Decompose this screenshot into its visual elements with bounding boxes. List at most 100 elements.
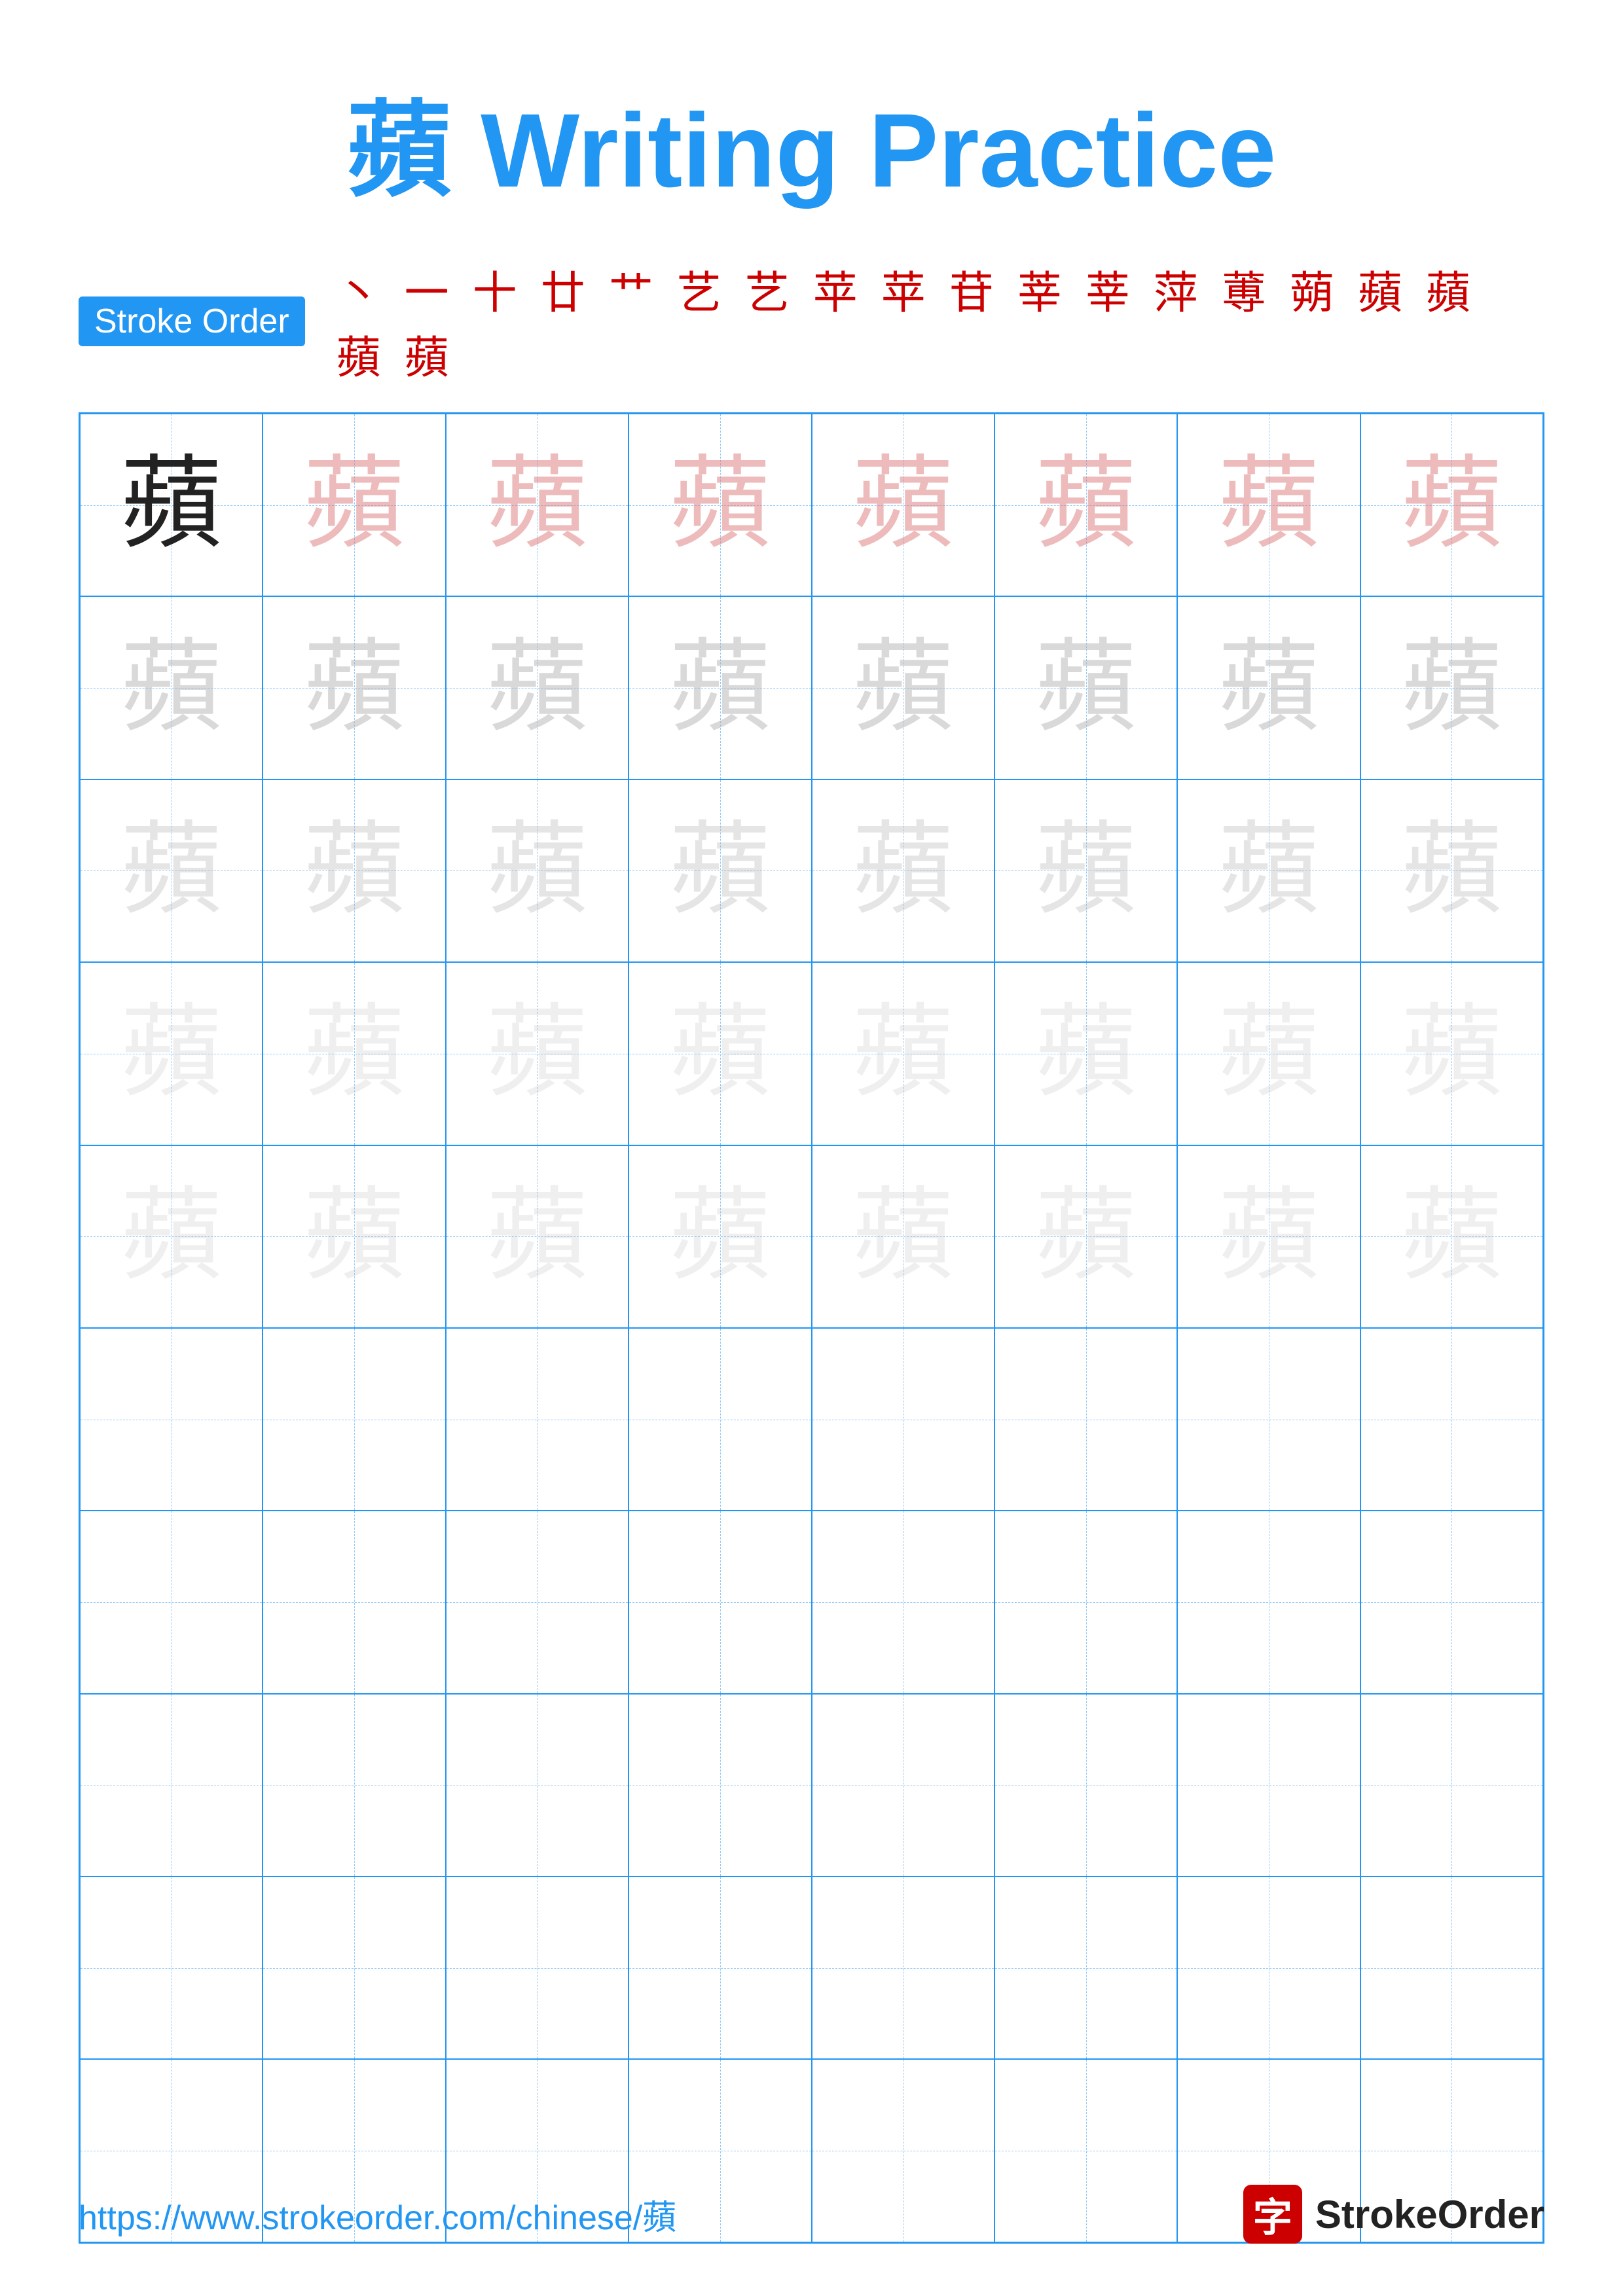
grid-cell[interactable]: 蘋 [994, 1145, 1177, 1328]
grid-cell[interactable]: 蘋 [629, 962, 811, 1145]
grid-cell[interactable] [1177, 1328, 1360, 1511]
grid-cell[interactable] [263, 1511, 445, 1693]
grid-cell[interactable] [263, 1328, 445, 1511]
grid-cell[interactable]: 蘋 [80, 414, 263, 596]
practice-char: 蘋 [1035, 1186, 1137, 1287]
grid-cell[interactable]: 蘋 [80, 780, 263, 962]
stroke-step-7: 苹 [813, 257, 858, 321]
grid-cell[interactable]: 蘋 [263, 596, 445, 779]
grid-cell[interactable] [80, 1328, 263, 1511]
grid-cell[interactable]: 蘋 [263, 414, 445, 596]
grid-cell[interactable] [629, 1511, 811, 1693]
grid-cell[interactable]: 蘋 [629, 1145, 811, 1328]
grid-cell[interactable]: 蘋 [263, 962, 445, 1145]
grid-cell[interactable] [994, 1511, 1177, 1693]
grid-cell[interactable]: 蘋 [812, 780, 994, 962]
grid-cell[interactable] [812, 1876, 994, 2059]
stroke-step-14: 蒴 [1290, 257, 1334, 321]
stroke-step-0: 丶 [337, 257, 381, 321]
stroke-sequence: 丶一十廿艹艺艺苹苹苷莘莘萍蒪蒴蘋蘋蘋蘋 [325, 257, 1544, 386]
grid-cell[interactable]: 蘋 [1360, 962, 1543, 1145]
grid-cell[interactable]: 蘋 [1360, 414, 1543, 596]
stroke-step-15: 蘋 [1358, 257, 1402, 321]
grid-cell[interactable]: 蘋 [446, 780, 629, 962]
stroke-step-10: 莘 [1017, 257, 1062, 321]
grid-cell[interactable]: 蘋 [629, 780, 811, 962]
grid-cell[interactable]: 蘋 [80, 596, 263, 779]
stroke-step-8: 苹 [881, 257, 926, 321]
grid-cell[interactable]: 蘋 [812, 1145, 994, 1328]
practice-char: 蘋 [1401, 820, 1503, 922]
grid-cell[interactable]: 蘋 [80, 962, 263, 1145]
grid-cell[interactable] [263, 1876, 445, 2059]
practice-char: 蘋 [1218, 454, 1319, 556]
practice-char: 蘋 [120, 454, 222, 556]
stroke-step-3: 廿 [541, 257, 585, 321]
grid-cell[interactable] [1177, 1876, 1360, 2059]
grid-cell[interactable]: 蘋 [263, 780, 445, 962]
page: 蘋 Writing Practice Stroke Order 丶一十廿艹艺艺苹… [0, 0, 1623, 2296]
footer: https://www.strokeorder.com/chinese/蘋 字 … [79, 2185, 1544, 2244]
practice-char: 蘋 [852, 1003, 954, 1104]
grid-cell[interactable] [80, 1876, 263, 2059]
grid-cell[interactable]: 蘋 [812, 414, 994, 596]
practice-char: 蘋 [1401, 1186, 1503, 1287]
grid-cell[interactable] [994, 1694, 1177, 1876]
stroke-step-6: 艺 [745, 257, 790, 321]
grid-cell[interactable] [1360, 1694, 1543, 1876]
grid-cell[interactable] [1177, 1511, 1360, 1693]
grid-cell[interactable] [812, 1328, 994, 1511]
grid-cell[interactable]: 蘋 [812, 596, 994, 779]
practice-char: 蘋 [669, 637, 771, 739]
grid-cell[interactable] [446, 1876, 629, 2059]
grid-cell[interactable]: 蘋 [1360, 780, 1543, 962]
grid-cell[interactable]: 蘋 [446, 1145, 629, 1328]
grid-cell[interactable]: 蘋 [263, 1145, 445, 1328]
grid-cell[interactable] [812, 1694, 994, 1876]
grid-cell[interactable]: 蘋 [994, 596, 1177, 779]
practice-char: 蘋 [304, 820, 405, 922]
grid-cell[interactable]: 蘋 [1360, 596, 1543, 779]
grid-cell[interactable] [446, 1328, 629, 1511]
practice-char: 蘋 [120, 1003, 222, 1104]
grid-cell[interactable]: 蘋 [994, 414, 1177, 596]
grid-cell[interactable]: 蘋 [446, 962, 629, 1145]
grid-cell[interactable]: 蘋 [1177, 962, 1360, 1145]
grid-cell[interactable]: 蘋 [446, 414, 629, 596]
grid-cell[interactable] [812, 1511, 994, 1693]
practice-char: 蘋 [304, 454, 405, 556]
practice-char: 蘋 [304, 1003, 405, 1104]
grid-cell[interactable]: 蘋 [994, 780, 1177, 962]
grid-cell[interactable]: 蘋 [812, 962, 994, 1145]
grid-cell[interactable]: 蘋 [1177, 414, 1360, 596]
grid-cell[interactable]: 蘋 [1177, 596, 1360, 779]
grid-cell[interactable] [1360, 1511, 1543, 1693]
grid-cell[interactable] [80, 1694, 263, 1876]
grid-cell[interactable]: 蘋 [994, 962, 1177, 1145]
stroke-step-1: 一 [405, 257, 449, 321]
grid-cell[interactable] [629, 1694, 811, 1876]
grid-cell[interactable]: 蘋 [80, 1145, 263, 1328]
grid-cell[interactable] [629, 1876, 811, 2059]
grid-cell[interactable] [1177, 1694, 1360, 1876]
practice-char: 蘋 [304, 1186, 405, 1287]
grid-cell[interactable] [994, 1876, 1177, 2059]
grid-cell[interactable]: 蘋 [1177, 1145, 1360, 1328]
stroke-step-17: 蘋 [337, 321, 381, 386]
footer-logo: 字 StrokeOrder [1243, 2185, 1544, 2244]
grid-cell[interactable] [446, 1694, 629, 1876]
grid-cell[interactable] [446, 1511, 629, 1693]
grid-cell[interactable] [994, 1328, 1177, 1511]
grid-cell[interactable]: 蘋 [1360, 1145, 1543, 1328]
grid-cell[interactable]: 蘋 [629, 414, 811, 596]
grid-cell[interactable]: 蘋 [629, 596, 811, 779]
practice-char: 蘋 [1401, 1003, 1503, 1104]
practice-char: 蘋 [1218, 1186, 1319, 1287]
grid-cell[interactable] [1360, 1328, 1543, 1511]
grid-cell[interactable] [1360, 1876, 1543, 2059]
grid-cell[interactable]: 蘋 [1177, 780, 1360, 962]
grid-cell[interactable]: 蘋 [446, 596, 629, 779]
grid-cell[interactable] [629, 1328, 811, 1511]
grid-cell[interactable] [80, 1511, 263, 1693]
grid-cell[interactable] [263, 1694, 445, 1876]
